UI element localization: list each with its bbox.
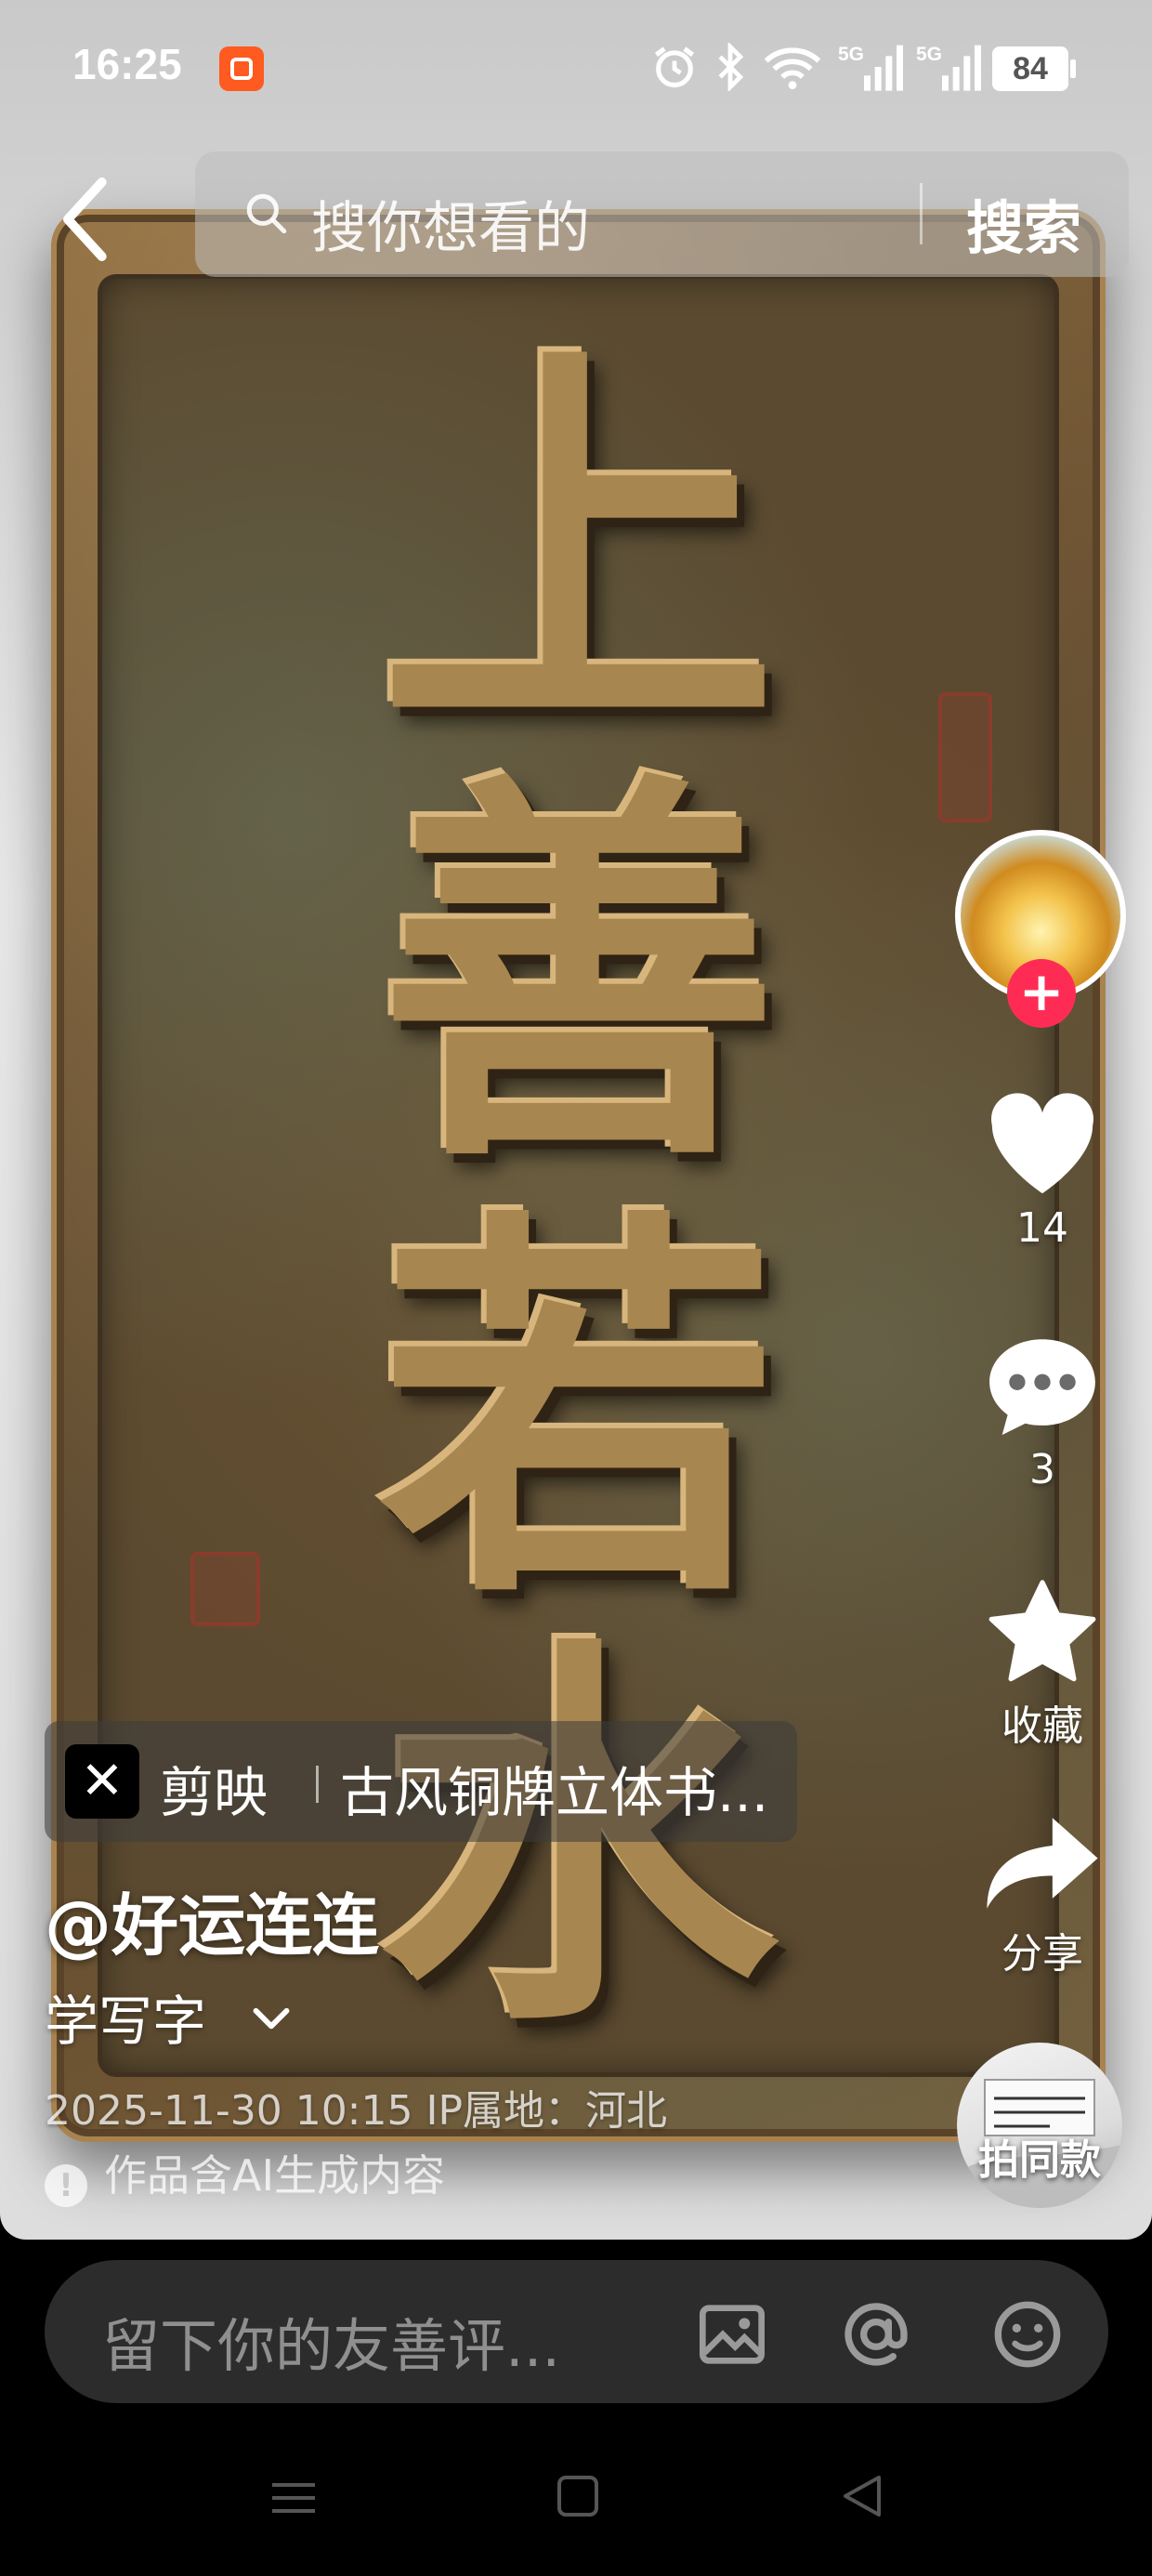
comment-input[interactable]: 留下你的友善评... bbox=[102, 2299, 560, 2383]
status-bar: 16:25 5G 5G 84 bbox=[0, 0, 1152, 139]
template-app-name: 剪映 bbox=[160, 1761, 268, 1824]
same-style-button[interactable]: 拍同款 bbox=[957, 2043, 1122, 2208]
heart-icon bbox=[991, 1093, 1094, 1194]
chevron-left-icon bbox=[63, 177, 107, 261]
svg-text:5G: 5G bbox=[916, 44, 942, 65]
video-description[interactable]: 学写字 bbox=[45, 1978, 206, 2056]
share-label: 分享 bbox=[1001, 1930, 1083, 1978]
share-arrow-icon bbox=[987, 1818, 1098, 1909]
template-tag[interactable]: ✕ 剪映 古风铜牌立体书... bbox=[45, 1721, 797, 1842]
search-bar[interactable]: 搜你想看的 搜索 bbox=[195, 151, 1129, 277]
search-button[interactable]: 搜索 bbox=[966, 181, 1081, 265]
comment-bubble-icon bbox=[989, 1339, 1095, 1436]
status-time: 16:25 bbox=[72, 40, 182, 88]
svg-text:5G: 5G bbox=[838, 44, 864, 65]
battery-indicator: 84 bbox=[992, 46, 1076, 91]
system-nav-bar bbox=[0, 2416, 1152, 2576]
wifi-icon bbox=[764, 47, 821, 89]
capcut-icon: ✕ bbox=[65, 1744, 139, 1819]
favorite-label: 收藏 bbox=[1001, 1702, 1083, 1750]
ai-content-text: 作品含AI生成内容 bbox=[104, 2150, 446, 2201]
chevron-down-icon[interactable] bbox=[251, 2005, 292, 2033]
star-icon bbox=[988, 1580, 1096, 1682]
comment-button[interactable]: 3 bbox=[968, 1329, 1117, 1493]
template-title: 古风铜牌立体书... bbox=[340, 1761, 769, 1824]
like-count: 14 bbox=[1016, 1204, 1068, 1252]
signal-5g-icon: 5G bbox=[916, 44, 981, 91]
search-input[interactable]: 搜你想看的 bbox=[311, 183, 590, 264]
back-triangle-icon[interactable] bbox=[806, 2416, 918, 2576]
seal-stamp bbox=[190, 1552, 260, 1626]
post-meta: 2025-11-30 10:15 IP属地：河北 bbox=[45, 2087, 667, 2135]
menu-icon[interactable] bbox=[237, 2416, 348, 2576]
search-divider bbox=[920, 183, 923, 244]
mention-icon[interactable] bbox=[839, 2297, 913, 2372]
signal-5g-icon: 5G bbox=[838, 44, 903, 91]
share-button[interactable]: 分享 bbox=[968, 1812, 1117, 1979]
image-icon[interactable] bbox=[695, 2297, 769, 2372]
plaque-character-2: 善 bbox=[378, 741, 779, 1210]
search-icon bbox=[246, 193, 287, 234]
comment-count: 3 bbox=[1029, 1446, 1055, 1493]
ai-content-note: ! 作品含AI生成内容 bbox=[45, 2142, 445, 2207]
follow-button[interactable]: + bbox=[1007, 959, 1076, 1028]
comment-bar[interactable]: 留下你的友善评... bbox=[45, 2260, 1108, 2403]
template-separator bbox=[316, 1766, 319, 1803]
favorite-button[interactable]: 收藏 bbox=[968, 1575, 1117, 1752]
like-button[interactable]: 14 bbox=[968, 1087, 1117, 1252]
exclamation-icon: ! bbox=[45, 2164, 87, 2207]
back-button[interactable] bbox=[54, 173, 119, 266]
home-square-icon[interactable] bbox=[522, 2416, 634, 2576]
bluetooth-icon bbox=[718, 43, 744, 91]
author-name[interactable]: @好运连连 bbox=[45, 1871, 379, 1968]
video-player[interactable]: 上 善 若 水 16:25 5G bbox=[0, 0, 1152, 2240]
bronze-plaque-image: 上 善 若 水 bbox=[51, 209, 1106, 2142]
plaque-character-1: 上 bbox=[378, 313, 779, 782]
emoji-icon[interactable] bbox=[990, 2297, 1065, 2372]
app-notification-icon bbox=[219, 46, 264, 91]
alarm-icon bbox=[654, 46, 695, 88]
seal-stamp bbox=[938, 692, 992, 822]
same-style-label: 拍同款 bbox=[978, 2136, 1101, 2184]
